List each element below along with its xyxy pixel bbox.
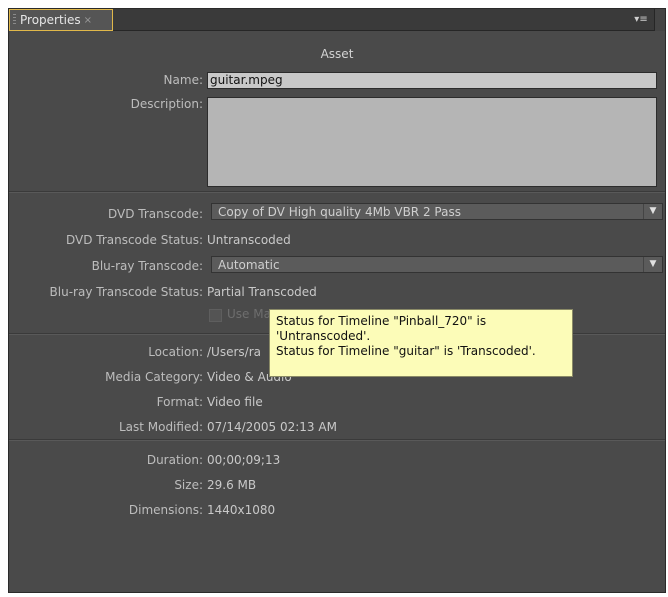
location-value: /Users/ra (207, 345, 261, 359)
dvd-status-value: Untranscoded (207, 233, 291, 247)
panel-tab-bar: Properties × ▾≡ (9, 9, 665, 31)
duration-label: Duration: (146, 453, 203, 467)
last-modified-value: 07/14/2005 02:13 AM (207, 420, 337, 434)
dvd-transcode-dropdown[interactable]: Copy of DV High quality 4Mb VBR 2 Pass ▼ (211, 203, 663, 220)
dvd-transcode-label: DVD Transcode: (108, 207, 203, 221)
divider (9, 439, 665, 441)
tab-properties[interactable]: Properties × (9, 9, 113, 31)
close-icon[interactable]: × (84, 15, 92, 26)
duration-value: 00;00;09;13 (207, 453, 281, 467)
location-label: Location: (148, 345, 203, 359)
divider (9, 191, 665, 193)
panel-edge (654, 9, 665, 31)
size-label: Size: (174, 478, 203, 492)
bluray-status-value: Partial Transcoded (207, 285, 317, 299)
use-checkbox[interactable] (209, 309, 222, 322)
name-label: Name: (163, 73, 203, 87)
name-input[interactable]: guitar.mpeg (207, 72, 657, 89)
bluray-transcode-dropdown[interactable]: Automatic ▼ (211, 256, 663, 273)
tab-label: Properties (20, 13, 81, 27)
chevron-down-icon: ▼ (643, 204, 662, 219)
transcode-status-tooltip: Status for Timeline "Pinball_720" is 'Un… (269, 309, 573, 377)
dvd-status-label: DVD Transcode Status: (65, 233, 203, 247)
last-modified-label: Last Modified: (118, 420, 203, 434)
format-label: Format: (156, 395, 203, 409)
panel-menu-icon[interactable]: ▾≡ (633, 13, 649, 26)
dvd-transcode-value: Copy of DV High quality 4Mb VBR 2 Pass (218, 205, 461, 219)
chevron-down-icon: ▼ (643, 257, 662, 272)
description-field[interactable] (207, 97, 657, 187)
media-category-label: Media Category: (105, 370, 203, 384)
bluray-status-label: Blu-ray Transcode Status: (49, 285, 203, 299)
properties-panel: Properties × ▾≡ Asset Name: guitar.mpeg … (8, 8, 666, 593)
dimensions-label: Dimensions: (128, 503, 203, 517)
size-value: 29.6 MB (207, 478, 257, 492)
bluray-transcode-label: Blu-ray Transcode: (91, 259, 203, 273)
description-label: Description: (130, 97, 203, 111)
use-checkbox-label: Use Ma (227, 307, 271, 321)
bluray-transcode-value: Automatic (218, 258, 280, 272)
dimensions-value: 1440x1080 (207, 503, 276, 517)
section-header-asset: Asset (320, 47, 354, 61)
format-value: Video file (207, 395, 263, 409)
drag-grip-icon[interactable] (13, 14, 16, 26)
